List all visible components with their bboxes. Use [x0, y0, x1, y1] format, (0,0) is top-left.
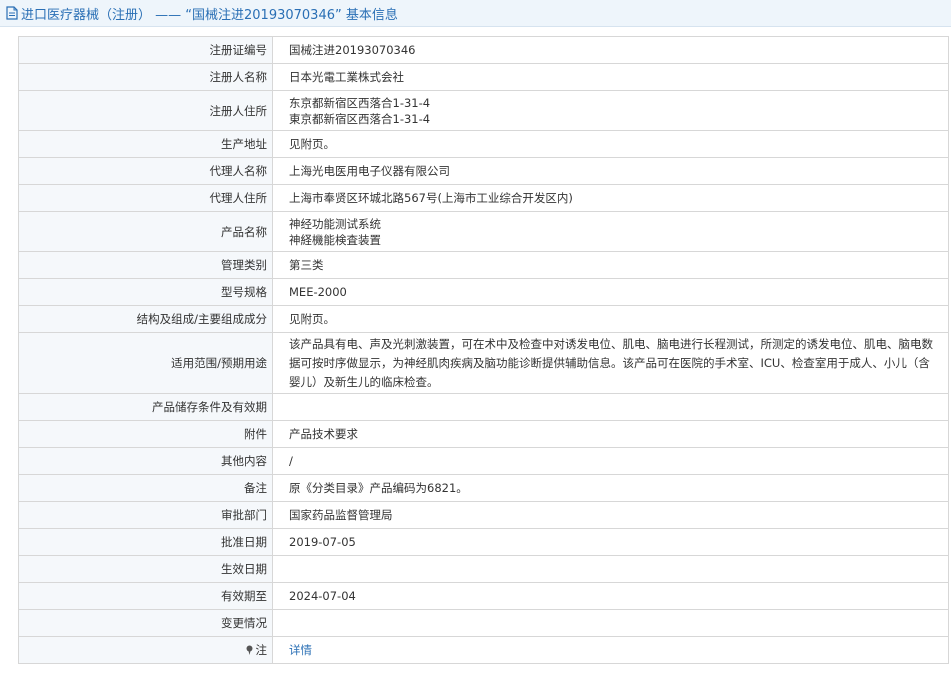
- info-table: 注册证编号 国械注进20193070346 注册人名称 日本光電工業株式会社 注…: [18, 36, 949, 664]
- row-label: 注册人住所: [18, 90, 273, 131]
- row-label: 代理人住所: [18, 184, 273, 212]
- row-value: [272, 555, 949, 583]
- table-row: 变更情况: [18, 609, 949, 637]
- table-row: 附件 产品技术要求: [18, 420, 949, 448]
- row-value: 该产品具有电、声及光刺激装置，可在术中及检查中对诱发电位、肌电、脑电进行长程测试…: [272, 332, 949, 394]
- row-value: 2024-07-04: [272, 582, 949, 610]
- row-label: 附件: [18, 420, 273, 448]
- row-value: 上海市奉贤区环城北路567号(上海市工业综合开发区内): [272, 184, 949, 212]
- row-label: 注: [18, 636, 273, 664]
- row-label: 产品储存条件及有效期: [18, 393, 273, 421]
- row-value: [272, 393, 949, 421]
- row-value: 日本光電工業株式会社: [272, 63, 949, 91]
- table-row: 其他内容 /: [18, 447, 949, 475]
- table-row: 型号规格 MEE-2000: [18, 278, 949, 306]
- table-row: 备注 原《分类目录》产品编码为6821。: [18, 474, 949, 502]
- row-value: 2019-07-05: [272, 528, 949, 556]
- row-value: MEE-2000: [272, 278, 949, 306]
- row-value: 上海光电医用电子仪器有限公司: [272, 157, 949, 185]
- pin-icon: [245, 644, 254, 655]
- table-row: 产品储存条件及有效期: [18, 393, 949, 421]
- page-title: 进口医疗器械（注册） —— “国械注进20193070346” 基本信息: [21, 7, 398, 23]
- row-value: 东京都新宿区西落合1-31-4 東京都新宿区西落合1-31-4: [272, 90, 949, 131]
- row-value: 见附页。: [272, 305, 949, 333]
- row-label: 代理人名称: [18, 157, 273, 185]
- row-label: 结构及组成/主要组成成分: [18, 305, 273, 333]
- row-label: 其他内容: [18, 447, 273, 475]
- table-row: 审批部门 国家药品监督管理局: [18, 501, 949, 529]
- row-label: 批准日期: [18, 528, 273, 556]
- value-line: 神経機能検査装置: [289, 232, 381, 247]
- row-label: 型号规格: [18, 278, 273, 306]
- row-value: 国家药品监督管理局: [272, 501, 949, 529]
- row-label: 管理类别: [18, 251, 273, 279]
- note-label: 注: [255, 643, 268, 657]
- row-value: /: [272, 447, 949, 475]
- row-value: [272, 609, 949, 637]
- page-header: 进口医疗器械（注册） —— “国械注进20193070346” 基本信息: [0, 0, 951, 27]
- table-row: 生效日期: [18, 555, 949, 583]
- row-label: 注册人名称: [18, 63, 273, 91]
- table-row: 有效期至 2024-07-04: [18, 582, 949, 610]
- table-row: 注 详情: [18, 636, 949, 664]
- table-row: 代理人住所 上海市奉贤区环城北路567号(上海市工业综合开发区内): [18, 184, 949, 212]
- table-row: 生产地址 见附页。: [18, 130, 949, 158]
- table-row: 注册人住所 东京都新宿区西落合1-31-4 東京都新宿区西落合1-31-4: [18, 90, 949, 131]
- value-line: 東京都新宿区西落合1-31-4: [289, 111, 431, 126]
- table-row: 注册证编号 国械注进20193070346: [18, 36, 949, 64]
- row-label: 生效日期: [18, 555, 273, 583]
- row-label: 审批部门: [18, 501, 273, 529]
- table-row: 代理人名称 上海光电医用电子仪器有限公司: [18, 157, 949, 185]
- table-row: 管理类别 第三类: [18, 251, 949, 279]
- info-table-container: 注册证编号 国械注进20193070346 注册人名称 日本光電工業株式会社 注…: [18, 36, 949, 664]
- row-label: 有效期至: [18, 582, 273, 610]
- value-line: 神经功能测试系统: [289, 216, 381, 231]
- row-value: 神经功能测试系统 神経機能検査装置: [272, 211, 949, 252]
- row-label: 产品名称: [18, 211, 273, 252]
- row-label: 生产地址: [18, 130, 273, 158]
- row-value: 国械注进20193070346: [272, 36, 949, 64]
- row-value: 第三类: [272, 251, 949, 279]
- table-row: 注册人名称 日本光電工業株式会社: [18, 63, 949, 91]
- row-value: 详情: [272, 636, 949, 664]
- row-label: 备注: [18, 474, 273, 502]
- row-label: 适用范围/预期用途: [18, 332, 273, 394]
- row-value: 原《分类目录》产品编码为6821。: [272, 474, 949, 502]
- table-row: 批准日期 2019-07-05: [18, 528, 949, 556]
- row-label: 注册证编号: [18, 36, 273, 64]
- row-value: 见附页。: [272, 130, 949, 158]
- document-icon: [6, 6, 18, 20]
- value-line: 东京都新宿区西落合1-31-4: [289, 95, 431, 110]
- details-link[interactable]: 详情: [289, 643, 312, 657]
- table-row: 产品名称 神经功能测试系统 神経機能検査装置: [18, 211, 949, 252]
- row-value: 产品技术要求: [272, 420, 949, 448]
- table-row: 结构及组成/主要组成成分 见附页。: [18, 305, 949, 333]
- table-row: 适用范围/预期用途 该产品具有电、声及光刺激装置，可在术中及检查中对诱发电位、肌…: [18, 332, 949, 394]
- row-label: 变更情况: [18, 609, 273, 637]
